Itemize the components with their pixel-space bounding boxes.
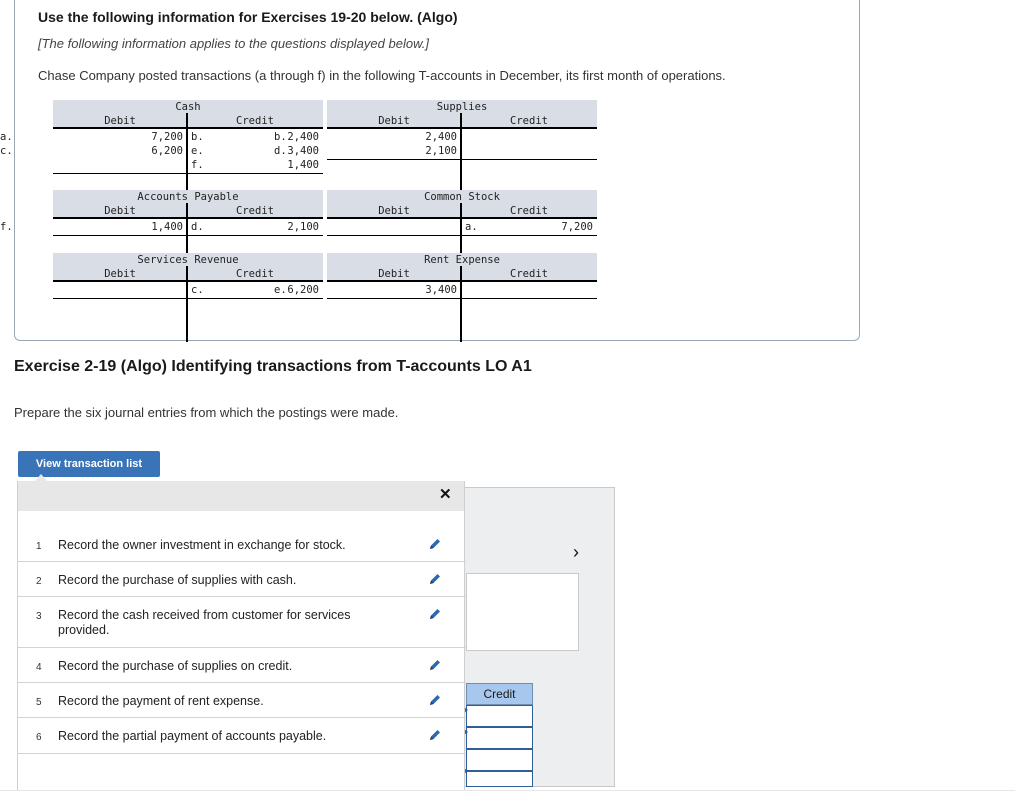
transaction-row[interactable]: 4 Record the purchase of supplies on cred…: [18, 648, 466, 683]
debit-letters: f.: [0, 221, 13, 233]
popup-header: [18, 481, 464, 511]
t-account-divider: [186, 266, 188, 342]
transaction-text: Record the purchase of supplies with cas…: [58, 573, 297, 587]
t-account-rule: [327, 217, 597, 219]
journal-description-box: [466, 573, 579, 651]
pencil-icon[interactable]: [428, 572, 442, 586]
pencil-icon[interactable]: [428, 607, 442, 621]
debit-label: Debit: [104, 205, 136, 217]
transaction-text: Record the payment of rent expense.: [58, 694, 264, 708]
t-account-total-rule: [327, 298, 597, 299]
credit-input[interactable]: [466, 749, 533, 771]
credit-column-header: Credit: [466, 683, 533, 705]
transaction-list-popup: ✕ 1 Record the owner investment in exchan…: [17, 481, 466, 791]
transaction-number: 5: [36, 697, 42, 708]
popup-caret: [35, 474, 47, 481]
exercise-prompt: Prepare the six journal entries from whi…: [14, 405, 399, 420]
pencil-icon[interactable]: [428, 658, 442, 672]
credit-input[interactable]: [466, 705, 533, 727]
debit-letters: e.: [274, 284, 287, 296]
t-account-rule: [327, 280, 597, 282]
pencil-icon[interactable]: [428, 728, 442, 742]
pencil-icon[interactable]: [428, 693, 442, 707]
debit-letters: b. d.: [274, 131, 287, 157]
transaction-number: 6: [36, 732, 42, 743]
info-subtitle: [The following information applies to th…: [38, 36, 429, 51]
debit-label: Debit: [378, 268, 410, 280]
pencil-icon[interactable]: [428, 537, 442, 551]
info-text: Chase Company posted transactions (a thr…: [38, 68, 726, 83]
credit-input[interactable]: [466, 727, 533, 749]
transaction-text: Record the purchase of supplies on credi…: [58, 659, 293, 673]
debit-letters: a. c.: [0, 131, 13, 157]
transaction-text: Record the cash received from customer f…: [58, 608, 351, 637]
debit-label: Debit: [378, 205, 410, 217]
credit-amounts: 7,200: [561, 221, 593, 233]
t-account-total-rule: [327, 159, 597, 160]
credit-label: Credit: [510, 115, 548, 127]
transaction-number: 2: [36, 576, 42, 587]
debit-label: Debit: [104, 115, 136, 127]
transaction-number: 4: [36, 662, 42, 673]
transaction-row[interactable]: 3 Record the cash received from customer …: [18, 597, 466, 648]
debit-label: Debit: [378, 115, 410, 127]
transaction-text: Record the owner investment in exchange …: [58, 538, 346, 552]
transaction-number: 1: [36, 541, 42, 552]
transaction-row[interactable]: 6 Record the partial payment of accounts …: [18, 718, 466, 754]
t-account-name: Rent Expense: [424, 254, 500, 266]
transaction-row[interactable]: 2 Record the purchase of supplies with ca…: [18, 562, 466, 597]
t-account-divider: [460, 266, 462, 342]
t-account: Rent Expense Debit Credit e. 3,400: [272, 253, 602, 345]
info-title: Use the following information for Exerci…: [38, 9, 458, 25]
credit-label: Credit: [510, 205, 548, 217]
t-account-total-rule: [327, 235, 597, 236]
debit-amounts: 1,400: [151, 221, 183, 233]
transaction-row[interactable]: 5 Record the payment of rent expense.: [18, 683, 466, 718]
transaction-text: Record the partial payment of accounts p…: [58, 729, 327, 743]
t-account-rule: [327, 127, 597, 129]
credit-label: Credit: [510, 268, 548, 280]
debit-amounts: 3,400: [425, 284, 457, 296]
next-arrow-icon[interactable]: ›: [573, 542, 579, 563]
close-icon[interactable]: ✕: [439, 485, 452, 503]
t-account-name: Common Stock: [424, 191, 500, 203]
credit-input[interactable]: [466, 771, 533, 787]
transaction-row[interactable]: 1 Record the owner investment in exchange…: [18, 527, 466, 562]
divider: [0, 790, 1015, 791]
debit-label: Debit: [104, 268, 136, 280]
exercise-title: Exercise 2-19 (Algo) Identifying transac…: [14, 358, 532, 375]
debit-amounts: 7,200 6,200: [151, 131, 183, 157]
transaction-number: 3: [36, 611, 42, 622]
debit-amounts: 2,400 2,100: [425, 131, 457, 157]
t-account-name: Supplies: [436, 101, 488, 113]
